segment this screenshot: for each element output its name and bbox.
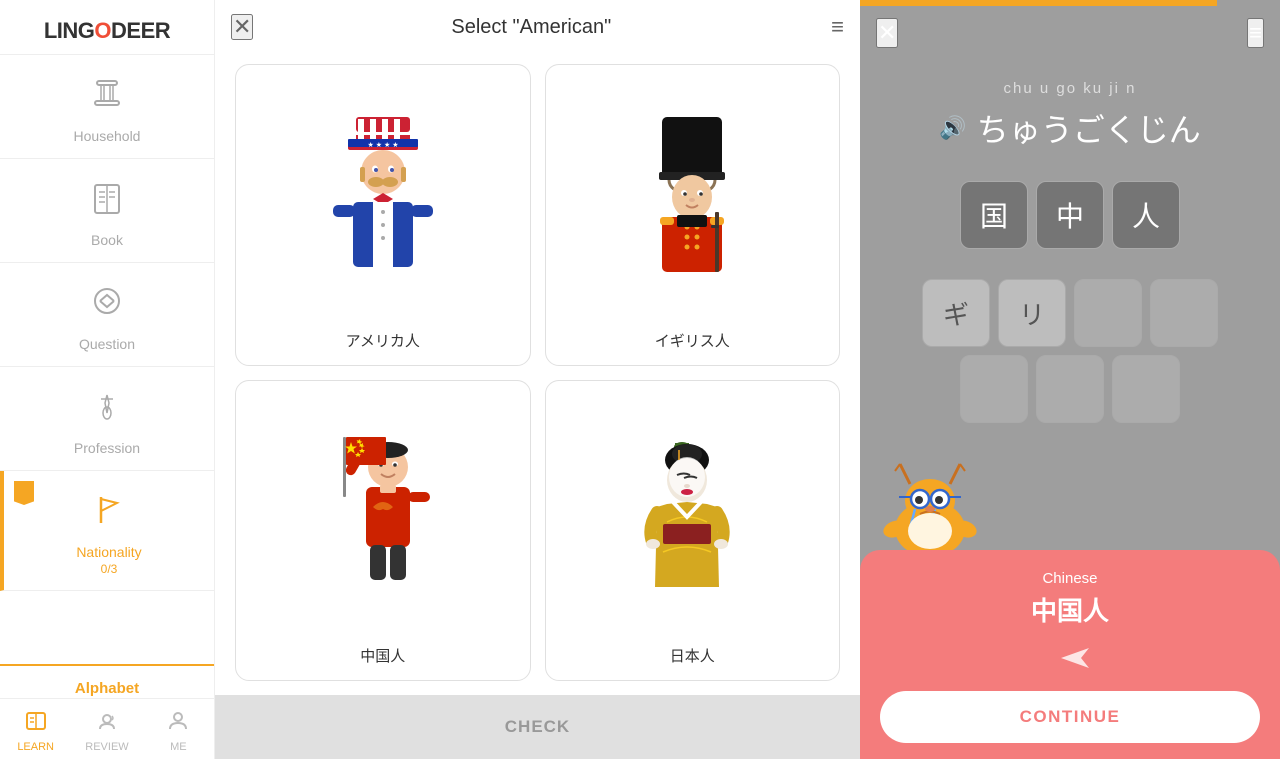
learn-icon (24, 709, 48, 739)
question-label: Question (79, 336, 135, 352)
continue-button[interactable]: CONTINUE (880, 691, 1260, 743)
answer-tile-1[interactable]: リ (998, 279, 1066, 347)
bottom-nav-me[interactable]: ME (143, 699, 214, 759)
active-section-label: Alphabet (75, 680, 139, 697)
modal-menu-button[interactable]: ≡ (831, 14, 844, 40)
nationality-progress: 0/3 (101, 562, 118, 576)
answer-tile-2[interactable] (1074, 279, 1142, 347)
middle-panel: ✕ Select "American" ≡ (215, 0, 860, 759)
sidebar-item-nationality[interactable]: Nationality 0/3 (0, 471, 214, 591)
answer-tile-6[interactable] (1112, 355, 1180, 423)
right-menu-button[interactable]: ≡ (1247, 18, 1264, 48)
sidebar-nav: Household Book (0, 55, 214, 664)
answer-tiles-row1: ギ リ (922, 279, 1218, 347)
american-label: アメリカ人 (346, 330, 420, 351)
chinese-label: 中国人 (360, 645, 405, 666)
choice-american[interactable]: ★ ★ ★ ★ (235, 64, 531, 366)
logo-text: LINGODEER (44, 18, 170, 43)
profession-label: Profession (74, 440, 140, 456)
sidebar-item-book[interactable]: Book (0, 159, 214, 263)
japanese-word-row: 🔊 ちゅうごくじん (939, 105, 1200, 151)
bottom-nav-review[interactable]: REVIEW (71, 699, 142, 759)
answer-tile-4[interactable] (960, 355, 1028, 423)
speaker-icon[interactable]: 🔊 (939, 115, 966, 141)
svg-text:★ ★ ★ ★: ★ ★ ★ ★ (367, 141, 398, 149)
profession-icon (87, 385, 127, 434)
kanji-tile-1[interactable]: 中 (1036, 181, 1104, 249)
mascot (875, 459, 985, 559)
review-icon (95, 709, 119, 739)
right-close-button[interactable]: ✕ (876, 18, 898, 48)
book-icon (87, 177, 127, 226)
answer-tile-0[interactable]: ギ (922, 279, 990, 347)
check-button: CHECK (505, 717, 570, 737)
modal-header: ✕ Select "American" ≡ (215, 0, 860, 54)
result-overlay: Chinese 中国人 CONTINUE (860, 550, 1280, 759)
result-word: 中国人 (1031, 591, 1109, 628)
nationality-label: Nationality (76, 544, 141, 560)
right-panel: ✕ ≡ chu u go ku ji n 🔊 ちゅうごくじん 国 中 人 ギ (860, 0, 1280, 759)
logo-o: O (94, 18, 111, 43)
choice-british[interactable]: イギリス人 (545, 64, 841, 366)
answer-tiles-row2 (960, 355, 1180, 423)
sidebar-bottom: LEARN REVIEW (0, 698, 214, 759)
kanji-tiles: 国 中 人 (960, 181, 1180, 249)
check-button-container[interactable]: CHECK (215, 695, 860, 759)
japanese-word: ちゅうごくじん (977, 105, 1201, 151)
modal-overlay: ✕ Select "American" ≡ (215, 0, 860, 759)
romaji-text: chu u go ku ji n (1004, 80, 1137, 97)
sidebar-item-profession[interactable]: Profession (0, 367, 214, 471)
flag-icon (89, 489, 129, 538)
book-label: Book (91, 232, 123, 248)
sidebar: LINGODEER Household (0, 0, 215, 759)
me-label: ME (170, 741, 187, 753)
household-label: Household (74, 128, 141, 144)
bottom-nav: LEARN REVIEW (0, 698, 214, 759)
household-icon (87, 73, 127, 122)
logo: LINGODEER (0, 0, 214, 55)
question-icon (87, 281, 127, 330)
chinese-image (236, 381, 530, 640)
answer-tile-5[interactable] (1036, 355, 1104, 423)
modal-content: ★ ★ ★ ★ (215, 54, 860, 681)
choice-japanese[interactable]: 日本人 (545, 380, 841, 682)
sidebar-item-household[interactable]: Household (0, 55, 214, 159)
learn-label: LEARN (17, 741, 54, 753)
send-button[interactable] (1059, 642, 1091, 677)
result-send-row (1049, 642, 1091, 677)
review-label: REVIEW (85, 741, 128, 753)
kanji-tile-0[interactable]: 国 (960, 181, 1028, 249)
japanese-image (546, 381, 840, 640)
japanese-label: 日本人 (670, 645, 715, 666)
bottom-nav-learn[interactable]: LEARN (0, 699, 71, 759)
sidebar-item-question[interactable]: Question (0, 263, 214, 367)
me-icon (166, 709, 190, 739)
british-label: イギリス人 (655, 330, 730, 351)
american-image: ★ ★ ★ ★ (236, 65, 530, 324)
kanji-tile-2[interactable]: 人 (1112, 181, 1180, 249)
answer-tile-3[interactable] (1150, 279, 1218, 347)
choice-chinese[interactable]: 中国人 (235, 380, 531, 682)
right-header: ✕ ≡ (860, 6, 1280, 60)
result-label: Chinese (1042, 570, 1097, 587)
modal-title: Select "American" (231, 16, 831, 39)
bookmark-badge (14, 481, 34, 505)
active-section: Alphabet (0, 664, 214, 698)
british-image (546, 65, 840, 324)
